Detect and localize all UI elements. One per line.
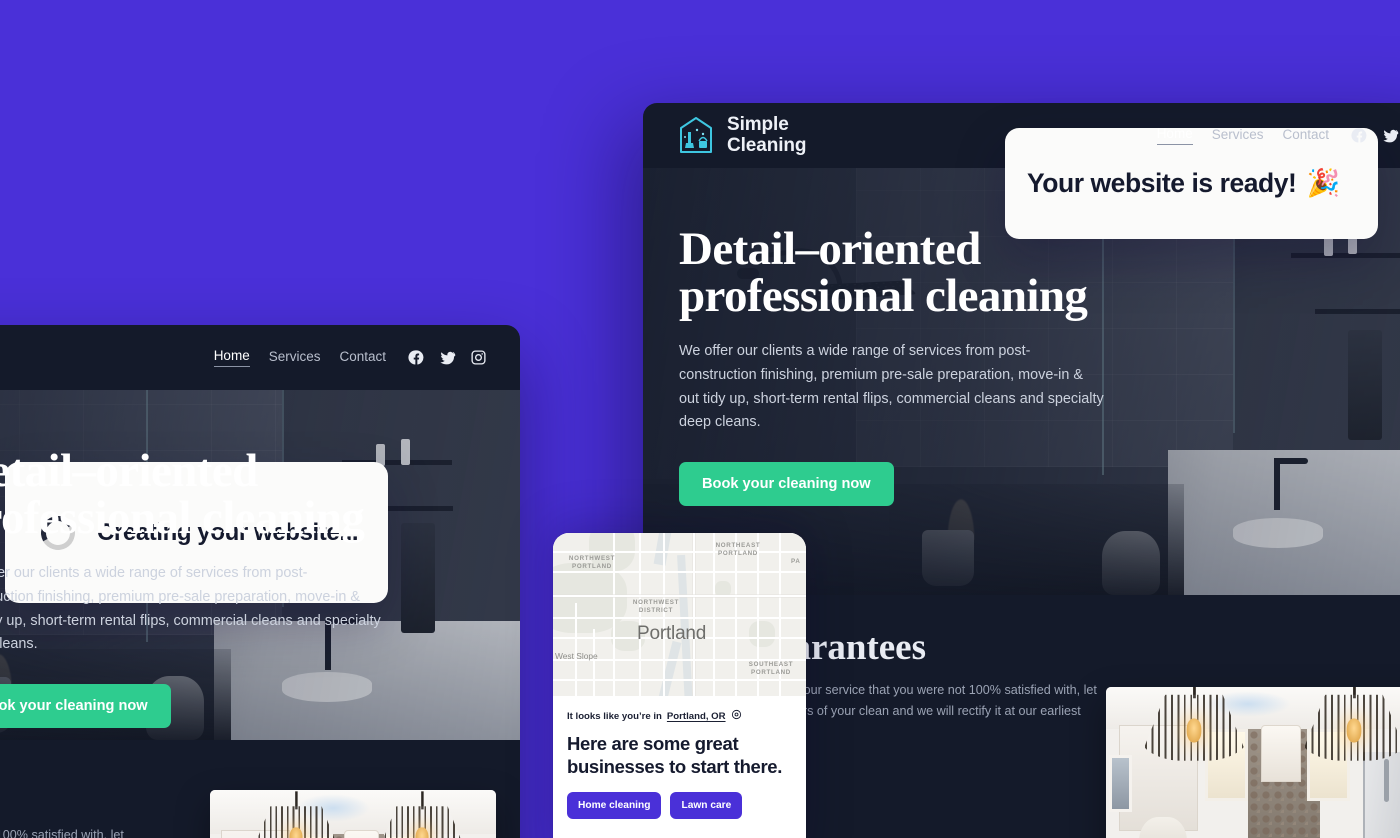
map-label-west-slope: West Slope [555,651,598,661]
site-nav-right: Home Services Contact [1156,126,1400,145]
phone-card-body: It looks like you’re in Portland, OR Her… [553,696,806,819]
nav-link-contact[interactable]: Contact [1282,127,1329,145]
location-value[interactable]: Portland, OR [667,711,726,722]
nav-link-home[interactable]: Home [213,348,250,367]
nav-link-home[interactable]: Home [1156,126,1193,145]
site-nav-left: Home Services Contact [213,348,487,367]
canvas: Simple Cleaning Home Services Contact [0,0,1400,838]
nav-links-right: Home Services Contact [1156,126,1329,145]
hero-content-right: Detail–oriented professional cleaning We… [643,168,1400,507]
crosshair-target-icon[interactable] [731,709,742,723]
brand-line-1: Simple [727,114,789,136]
hero-title-line2: professional cleaning [0,492,365,544]
social-links-left [408,349,487,366]
hero-title-left: Detail–oriented professional cleaning [0,448,484,542]
site-header-left: Simple Cleaning Home Services Contact [0,325,520,390]
book-cleaning-button-right[interactable]: Book your cleaning now [679,462,894,507]
map-label-northwest-district: NORTHWEST DISTRICT [632,599,680,615]
map-label-northwest-portland: NORTHWEST PORTLAND [568,555,616,571]
hero-title-line2: professional cleaning [679,270,1088,322]
category-pills: Home cleaning Lawn care [567,791,792,819]
nav-link-contact[interactable]: Contact [339,349,386,367]
twitter-icon[interactable] [439,349,456,366]
twitter-icon[interactable] [1382,127,1399,144]
location-prefix: It looks like you’re in [567,710,662,722]
map-label-pa: PA [791,558,801,565]
guarantee-section-left: Our guarantees If there is any part of y… [0,740,520,838]
facebook-icon[interactable] [408,349,425,366]
social-links-right [1351,127,1400,144]
map-label-portland: Portland [637,623,707,644]
brand-line-2: Cleaning [727,134,807,156]
hero-title-right: Detail–oriented professional cleaning [679,226,1400,320]
pill-lawn-care[interactable]: Lawn care [670,791,743,819]
browser-window-left: Simple Cleaning Home Services Contact [0,325,520,838]
brand-text-right: Simple Cleaning [727,114,807,156]
hero-title-line1: Detail–oriented [679,223,981,275]
hero-content-left: Detail–oriented professional cleaning We… [0,390,520,729]
kitchen-interior-photo-right [1106,687,1400,838]
pill-home-cleaning[interactable]: Home cleaning [567,791,662,819]
detected-location-line: It looks like you’re in Portland, OR [567,709,792,723]
map-label-northeast-portland: NORTHEAST PORTLAND [715,542,761,558]
book-cleaning-button-left[interactable]: Book your cleaning now [0,684,171,729]
nav-link-services[interactable]: Services [269,349,321,367]
nav-link-services[interactable]: Services [1212,127,1264,145]
brand-right[interactable]: Simple Cleaning [676,114,807,157]
hero-paragraph-right: We offer our clients a wide range of ser… [679,343,1104,431]
kitchen-interior-photo-left [210,790,496,838]
hero-title-line1: Detail–oriented [0,445,258,497]
hero-section-left: Detail–oriented professional cleaning We… [0,390,520,740]
house-cleaning-logo-icon [676,115,716,157]
nav-links-left: Home Services Contact [213,348,386,367]
phone-map[interactable]: NORTHWEST PORTLAND NORTHEAST PORTLAND NO… [553,533,806,696]
site-header-right: Simple Cleaning Home Services Contact [643,103,1400,168]
guarantee-paragraph-left: If there is any part of your service tha… [0,828,124,838]
hero-section-right: Detail–oriented professional cleaning We… [643,168,1400,595]
map-label-southeast-portland: SOUTHEAST PORTLAND [748,661,794,677]
facebook-icon[interactable] [1351,127,1368,144]
hero-paragraph-left: We offer our clients a wide range of ser… [0,565,381,653]
phone-mockup: NORTHWEST PORTLAND NORTHEAST PORTLAND NO… [553,533,806,838]
phone-heading: Here are some great businesses to start … [567,733,783,778]
instagram-icon[interactable] [470,349,487,366]
